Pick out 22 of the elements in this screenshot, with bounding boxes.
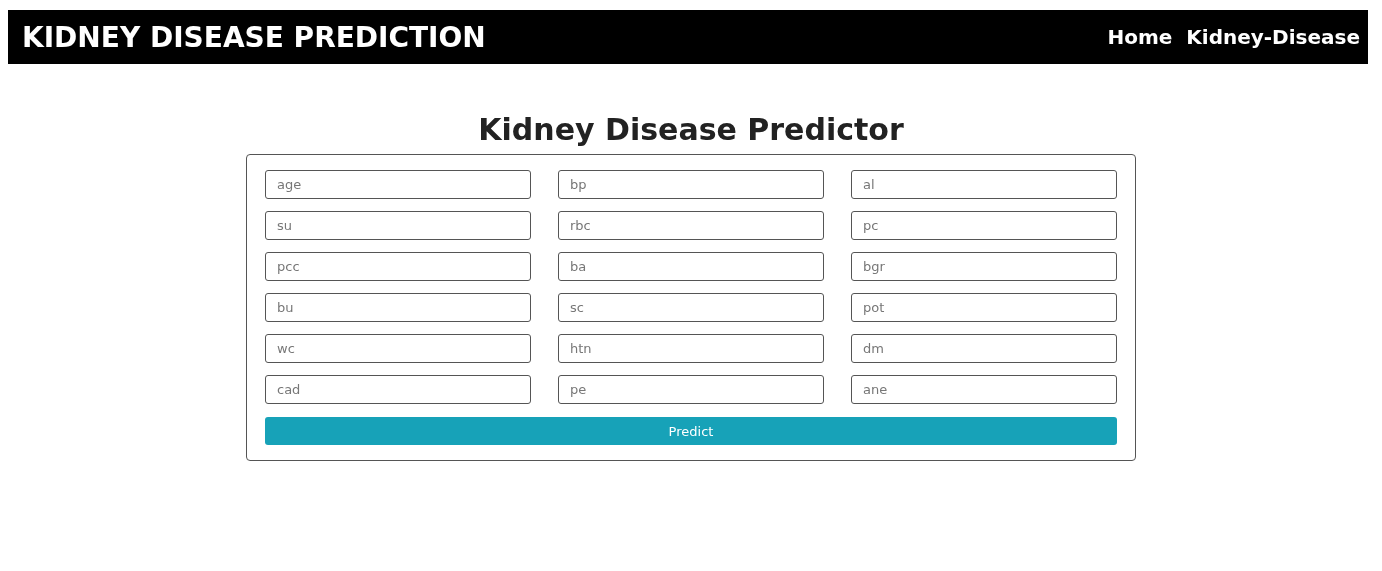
input-field[interactable]: rbc — [558, 211, 824, 240]
nav-link[interactable]: Home — [1107, 25, 1173, 49]
input-field[interactable]: bp — [558, 170, 824, 199]
input-field[interactable]: age — [265, 170, 531, 199]
input-field[interactable]: ba — [558, 252, 824, 281]
input-field[interactable]: cad — [265, 375, 531, 404]
input-field[interactable]: bgr — [851, 252, 1117, 281]
input-field[interactable]: pc — [851, 211, 1117, 240]
page-heading: Kidney Disease Predictor — [477, 112, 905, 148]
input-field[interactable]: dm — [851, 334, 1117, 363]
input-field[interactable]: ane — [851, 375, 1117, 404]
input-field[interactable]: bu — [265, 293, 531, 322]
brand-title: KIDNEY DISEASE PREDICTION — [22, 20, 486, 54]
input-field[interactable]: pot — [851, 293, 1117, 322]
input-field[interactable]: pe — [558, 375, 824, 404]
input-field[interactable]: wc — [265, 334, 531, 363]
input-field[interactable]: sc — [558, 293, 824, 322]
input-field[interactable]: htn — [558, 334, 824, 363]
nav-link[interactable]: Kidney-Disease — [1186, 25, 1360, 49]
input-field[interactable]: al — [851, 170, 1117, 199]
input-field[interactable]: pcc — [265, 252, 531, 281]
input-field[interactable]: su — [265, 211, 531, 240]
